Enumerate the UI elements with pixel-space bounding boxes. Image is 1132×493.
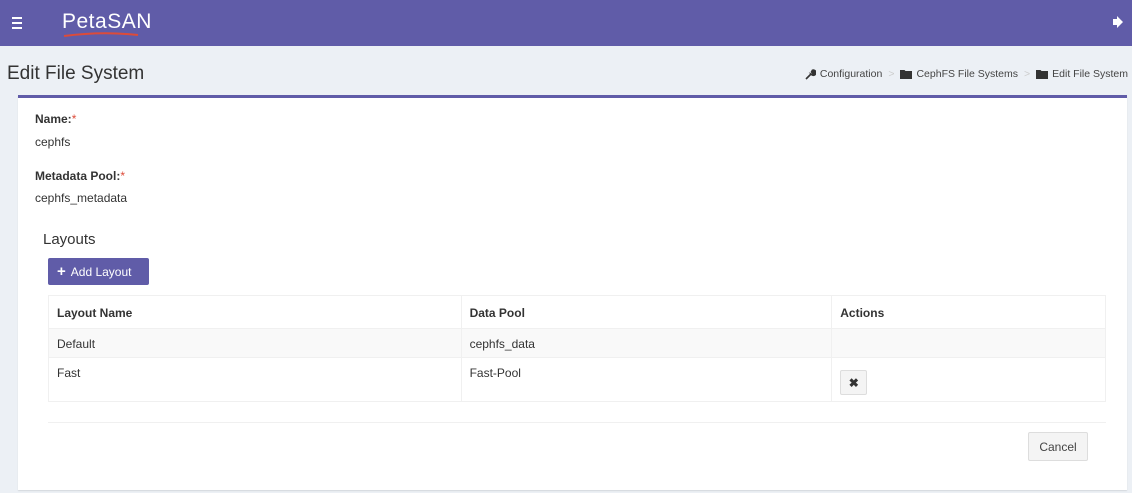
cancel-button[interactable]: Cancel: [1028, 432, 1088, 461]
top-navbar: PetaSAN: [0, 0, 1132, 46]
layout-name-cell: Fast: [48, 357, 462, 402]
close-icon: ✖: [848, 375, 859, 390]
page-title: Edit File System: [7, 63, 145, 84]
table-row: Fast Fast-Pool ✖: [48, 357, 1106, 402]
app-logo[interactable]: PetaSAN: [62, 10, 152, 34]
actions-cell: [831, 328, 1106, 358]
data-pool-cell: Fast-Pool: [460, 357, 833, 402]
metadata-pool-label: Metadata Pool:*: [35, 169, 125, 183]
table-row: Default cephfs_data: [48, 328, 1106, 358]
name-value: cephfs: [35, 135, 71, 149]
table-header-row: Layout Name Data Pool Actions: [48, 295, 1106, 329]
folder-icon: [900, 70, 913, 79]
footer-divider: [48, 422, 1106, 423]
plus-icon: +: [57, 263, 66, 280]
required-marker: *: [120, 169, 126, 183]
breadcrumb-item-cephfs-file-systems[interactable]: CephFS File Systems: [900, 68, 1018, 80]
name-label-text: Name:: [35, 112, 72, 126]
breadcrumb-label: CephFS File Systems: [916, 68, 1018, 80]
wrench-icon: [805, 68, 816, 80]
content-header: Edit File System Configuration > CephFS …: [0, 46, 1132, 96]
breadcrumb-separator: >: [1024, 68, 1031, 80]
logo-swoosh: [63, 32, 139, 37]
required-marker: *: [71, 112, 77, 126]
breadcrumb: Configuration > CephFS File Systems > Ed…: [805, 68, 1128, 80]
logout-icon[interactable]: [1112, 15, 1124, 29]
breadcrumb-item-edit-file-system: Edit File System: [1036, 68, 1128, 80]
add-layout-label: Add Layout: [70, 264, 132, 279]
metadata-pool-value: cephfs_metadata: [35, 191, 128, 205]
delete-layout-button[interactable]: ✖: [840, 370, 868, 395]
breadcrumb-label: Edit File System: [1052, 68, 1128, 80]
breadcrumb-label: Configuration: [819, 68, 883, 80]
edit-file-system-panel: Name:* cephfs Metadata Pool:* cephfs_met…: [18, 95, 1127, 490]
name-label: Name:*: [35, 112, 76, 126]
add-layout-button[interactable]: + Add Layout: [48, 258, 149, 285]
breadcrumb-item-configuration[interactable]: Configuration: [805, 68, 882, 80]
actions-cell: ✖: [831, 357, 1106, 402]
breadcrumb-separator: >: [888, 68, 895, 80]
column-header-data-pool: Data Pool: [460, 295, 833, 329]
layouts-table: Layout Name Data Pool Actions Default ce…: [48, 295, 1106, 402]
column-header-layout-name: Layout Name: [48, 295, 462, 329]
layouts-section-title: Layouts: [43, 231, 96, 248]
data-pool-cell: cephfs_data: [460, 328, 833, 358]
folder-icon: [1036, 70, 1049, 79]
metadata-pool-label-text: Metadata Pool:: [35, 169, 121, 183]
hamburger-menu-icon[interactable]: [12, 14, 26, 32]
column-header-actions: Actions: [831, 295, 1106, 329]
layout-name-cell: Default: [48, 328, 462, 358]
